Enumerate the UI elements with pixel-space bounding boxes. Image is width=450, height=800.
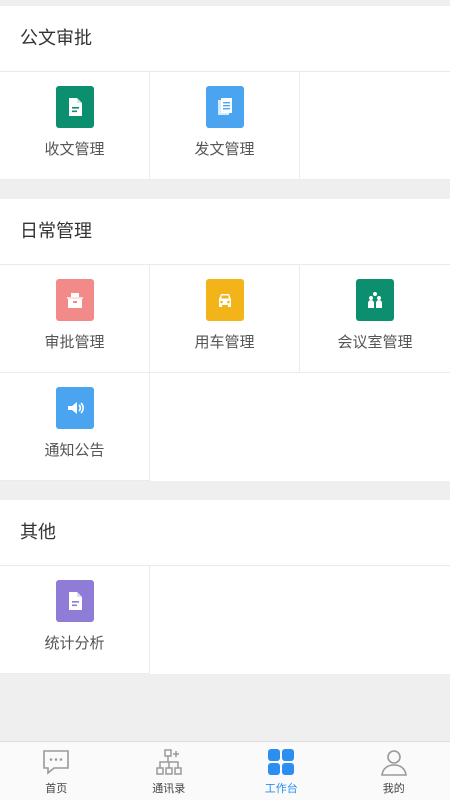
app-tile-outgoing-docs[interactable]: 发文管理 [150, 72, 300, 180]
document-icon [55, 86, 94, 128]
tab-label: 我的 [382, 782, 405, 795]
app-tile-incoming-docs[interactable]: 收文管理 [0, 72, 150, 180]
section-other: 其他 统计分析 [0, 500, 450, 674]
section-title: 日常管理 [0, 199, 450, 265]
stats-doc-icon [55, 580, 94, 622]
app-tile-label: 通知公告 [44, 441, 105, 459]
app-tile-meeting-room[interactable]: 会议室管理 [300, 265, 450, 373]
section-title: 其他 [0, 500, 450, 566]
tab-home[interactable]: 首页 [0, 742, 113, 800]
bottom-tab-bar: 首页 通讯录 工作台 我的 [0, 741, 450, 800]
tab-label: 首页 [45, 782, 68, 795]
section-title: 公文审批 [0, 6, 450, 72]
meeting-icon [356, 279, 394, 321]
tab-profile[interactable]: 我的 [338, 742, 450, 800]
app-tile-statistics[interactable]: 统计分析 [0, 566, 150, 674]
app-tile-label: 收文管理 [44, 140, 105, 158]
app-tile-approval[interactable]: 审批管理 [0, 265, 150, 373]
person-icon [380, 750, 407, 776]
app-tile-label: 会议室管理 [337, 333, 413, 351]
app-tile-label: 审批管理 [44, 333, 105, 351]
tab-workbench[interactable]: 工作台 [225, 742, 338, 800]
app-tile-label: 用车管理 [194, 333, 255, 351]
section-grid: 统计分析 [0, 566, 450, 674]
section-daily-management: 日常管理 审批管理 用车管理 会议室管理 通知公告 [0, 199, 450, 481]
tab-contacts[interactable]: 通讯录 [113, 742, 226, 800]
pages-icon [205, 86, 244, 128]
workbench-page: 公文审批 收文管理 发文管理 日常管理 审批管理 用车管理 会议室管理 通知公告… [0, 0, 450, 741]
section-document-approval: 公文审批 收文管理 发文管理 [0, 6, 450, 180]
app-tile-vehicle[interactable]: 用车管理 [150, 265, 300, 373]
app-tile-label: 发文管理 [194, 140, 255, 158]
section-grid: 收文管理 发文管理 [0, 72, 450, 180]
section-grid: 审批管理 用车管理 会议室管理 通知公告 [0, 265, 450, 481]
org-chart-icon [156, 749, 182, 775]
speaker-icon [55, 387, 94, 429]
tab-label: 通讯录 [152, 782, 186, 795]
app-tile-label: 统计分析 [44, 634, 105, 652]
approval-icon [55, 279, 94, 321]
tab-label: 工作台 [264, 782, 298, 795]
grid-icon [268, 749, 295, 775]
empty-cell [300, 72, 450, 180]
chat-bubble-icon [43, 750, 70, 775]
car-icon [205, 279, 244, 321]
app-tile-notice[interactable]: 通知公告 [0, 373, 150, 481]
